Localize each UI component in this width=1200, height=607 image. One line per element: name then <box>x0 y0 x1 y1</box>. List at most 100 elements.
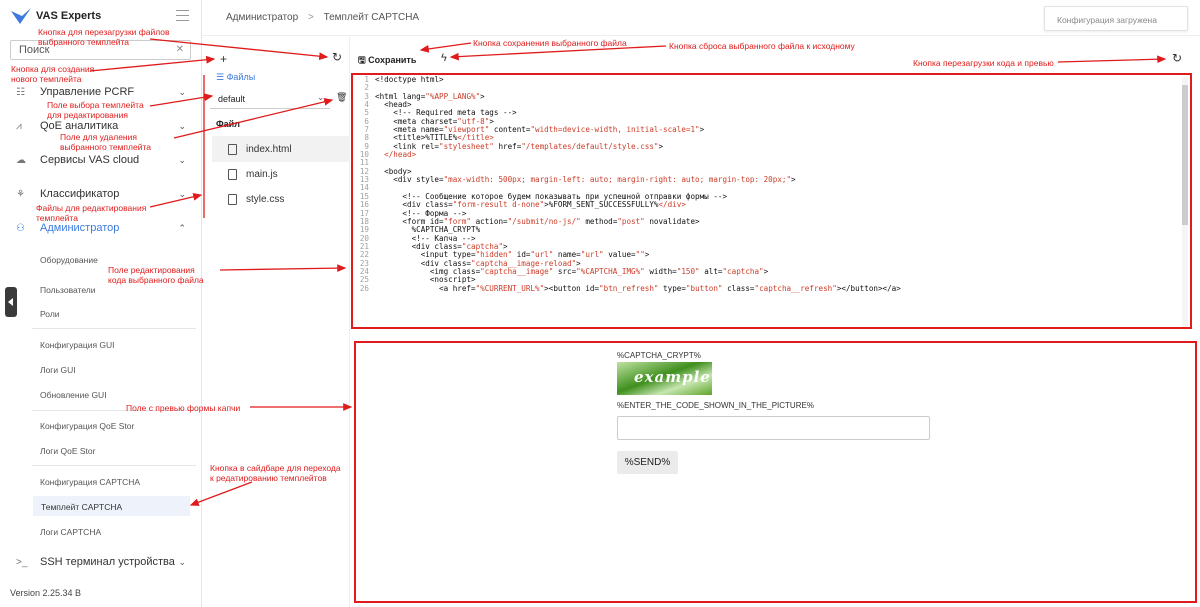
line-numbers: 1 2 3 4 5 6 7 8 9 10 11 12 13 14 15 16 17 18 19 20 21 22 23 24 2… <box>353 75 369 293</box>
nav-cloud[interactable]: ☁ Сервисы VAS cloud ⌄ <box>16 151 192 169</box>
code-line: <a href="%CURRENT_URL%"><button id="btn_… <box>375 283 901 293</box>
save-icon: 🖫 <box>358 55 369 65</box>
template-panel: + ↻ ☰ Файлы default ⌄ 🗑 Файл index.html m… <box>202 36 350 607</box>
code-line: <!doctype html> <box>375 75 444 84</box>
captcha-input[interactable] <box>617 416 930 440</box>
breadcrumb-page: Темплейт CAPTCHA <box>323 12 420 23</box>
topbar: Администратор > Темплейт CAPTCHA Конфигу… <box>202 0 1200 36</box>
captcha-crypt-text: %CAPTCHA_CRYPT% <box>617 351 701 360</box>
breadcrumb: Администратор > Темплейт CAPTCHA <box>226 12 419 23</box>
breadcrumb-separator: > <box>307 12 314 23</box>
sidebar: VAS Experts Поиск ✕ ☷ Управление PCRF ⌄ ⩘ Qo… <box>0 0 202 607</box>
captcha-image: example <box>617 362 712 395</box>
annotation-reload-templates: Кнопка для перезагрузки файлов выбранного… <box>38 27 170 47</box>
sub-hardware[interactable]: Оборудование <box>40 255 98 265</box>
chevron-up-icon: ⌃ <box>178 222 186 233</box>
annotation-sidebar-button: Кнопка в сайдбаре для перехода к редатиро… <box>210 463 341 483</box>
reload-icon[interactable]: ↻ <box>332 50 342 64</box>
chevron-down-icon: ⌄ <box>317 93 324 102</box>
files-label-text: Файлы <box>226 72 256 82</box>
sub-qoe-config[interactable]: Конфигурация QoE Stor <box>40 421 134 431</box>
cloud-icon: ☁ <box>16 154 26 166</box>
logo-text: VAS Experts <box>36 10 102 22</box>
sub-gui-logs[interactable]: Логи GUI <box>40 365 76 375</box>
annotation-code-field: Поле редактирования кода выбранного файла <box>108 265 204 285</box>
nav-ssh-label: SSH терминал устройства <box>40 556 175 568</box>
code-line: <link rel="stylesheet" href="/templates/… <box>375 141 664 151</box>
sub-roles[interactable]: Роли <box>40 309 60 319</box>
annotation-reload-code: Кнопка перезагрузки кода и превью <box>913 58 1054 68</box>
send-button[interactable]: %SEND% <box>617 451 678 474</box>
file-name: index.html <box>246 143 292 155</box>
sub-captcha-logs[interactable]: Логи CAPTCHA <box>40 527 101 537</box>
line-number: 26 <box>359 283 369 293</box>
annotation-create-template: Кнопка для создания нового темплейта <box>11 64 95 84</box>
chevron-down-icon: ⌄ <box>178 120 186 131</box>
annotation-delete-template: Поле для удаления выбранного темплейта <box>60 132 151 152</box>
breadcrumb-root[interactable]: Администратор <box>226 12 298 23</box>
vas-logo-icon <box>11 8 31 24</box>
classifier-icon: ⚘ <box>16 188 25 200</box>
reload-code-icon[interactable]: ↻ <box>1172 51 1182 65</box>
file-name: main.js <box>246 168 278 180</box>
version: Version 2.25.34 B <box>10 588 82 598</box>
list-icon: ☰ <box>216 72 227 82</box>
sub-gui-update[interactable]: Обновление GUI <box>40 390 107 400</box>
sub-gui-config[interactable]: Конфигурация GUI <box>40 340 115 350</box>
nav-admin-label: Администратор <box>40 222 120 234</box>
nav-pcrf[interactable]: ☷ Управление PCRF ⌄ <box>16 83 192 101</box>
code-lines: <!doctype html> <html lang="%APP_LANG%"> … <box>375 75 901 293</box>
file-item[interactable]: style.css <box>212 186 350 212</box>
captcha-word: example <box>634 368 711 386</box>
nav-pcrf-label: Управление PCRF <box>40 86 135 98</box>
nav-ssh[interactable]: >_ SSH терминал устройства ⌄ <box>16 553 192 571</box>
file-item[interactable]: index.html <box>212 136 350 162</box>
template-select[interactable]: default ⌄ <box>210 89 330 109</box>
file-icon <box>228 143 237 155</box>
chevron-down-icon: ⌄ <box>178 154 186 165</box>
pcrf-icon: ☷ <box>16 86 25 98</box>
annotation-preview: Поле с превью формы капчи <box>126 403 241 413</box>
file-item[interactable]: main.js <box>212 161 350 187</box>
scrollbar[interactable] <box>1182 77 1188 327</box>
menu-icon[interactable] <box>176 10 189 21</box>
annotation-files: Файлы для редактирования темплейта <box>36 203 147 223</box>
annotation-save: Кнопка сохранения выбранного файла <box>473 38 627 48</box>
code-line: <div style="max-width: 500px; margin-lef… <box>375 175 796 185</box>
enter-code-label: %ENTER_THE_CODE_SHOWN_IN_THE_PICTURE% <box>617 401 814 410</box>
reset-icon[interactable]: ϟ <box>441 52 447 64</box>
save-label: Сохранить <box>368 55 417 65</box>
clear-icon[interactable]: ✕ <box>176 44 184 55</box>
template-select-value: default <box>218 94 246 104</box>
code-editor[interactable]: 1 2 3 4 5 6 7 8 9 10 11 12 13 14 15 16 17 18 19 20 21 22 23 24 2… <box>351 73 1192 329</box>
qoe-icon: ⩘ <box>16 120 22 132</box>
sub-captcha-config[interactable]: Конфигурация CAPTCHA <box>40 477 140 487</box>
status-notification: Конфигурация загружена <box>1044 6 1188 31</box>
add-template-icon[interactable]: + <box>220 52 227 66</box>
sub-qoe-logs[interactable]: Логи QoE Stor <box>40 446 95 456</box>
annotation-select-template: Поле выбора темплейта для редактирования <box>47 100 144 120</box>
code-line: </head> <box>384 150 417 160</box>
chevron-down-icon: ⌄ <box>178 188 186 199</box>
divider <box>32 328 196 329</box>
chevron-down-icon: ⌄ <box>178 86 186 97</box>
terminal-icon: >_ <box>16 556 28 568</box>
file-icon <box>228 168 237 180</box>
logo[interactable]: VAS Experts <box>10 7 101 25</box>
file-header: Файл <box>216 119 240 129</box>
nav-cloud-label: Сервисы VAS cloud <box>40 154 140 166</box>
save-button[interactable]: 🖫 Сохранить <box>358 53 416 69</box>
admin-icon: ⚇ <box>16 222 25 234</box>
nav-classifier-label: Классификатор <box>40 188 120 200</box>
file-name: style.css <box>246 193 285 205</box>
sub-captcha-template[interactable]: Темплейт CAPTCHA <box>33 496 190 516</box>
sub-users[interactable]: Пользователи <box>40 285 95 295</box>
collapse-sidebar-tab[interactable] <box>5 287 17 317</box>
file-icon <box>228 193 237 205</box>
nav-classifier[interactable]: ⚘ Классификатор ⌄ <box>16 185 192 203</box>
files-label[interactable]: ☰ Файлы <box>216 72 255 83</box>
trash-icon[interactable]: 🗑 <box>336 92 347 103</box>
divider <box>32 465 196 466</box>
captcha-preview: %CAPTCHA_CRYPT% example %ENTER_THE_CODE_… <box>354 341 1197 603</box>
